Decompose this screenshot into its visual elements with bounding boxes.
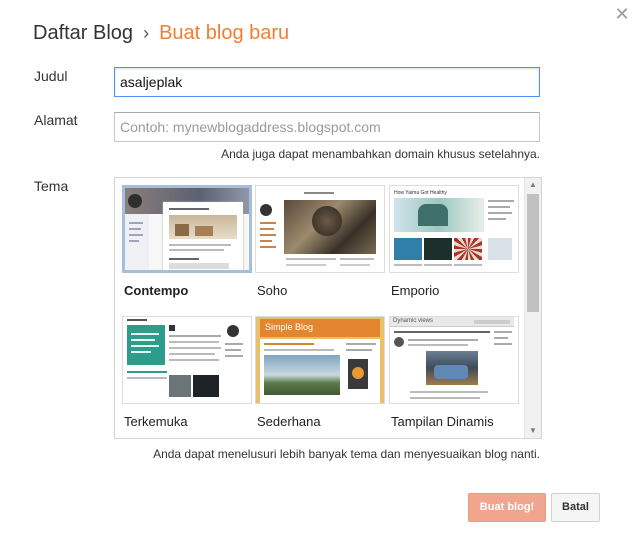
theme-name-contempo: Contempo <box>124 283 189 298</box>
soho-thumbnail <box>255 185 385 273</box>
address-hint: Anda juga dapat menambahkan domain khusu… <box>221 147 540 161</box>
dynamic-views-thumbnail: Dynamic views <box>389 316 519 404</box>
close-icon[interactable]: ✕ <box>612 4 632 24</box>
theme-gallery[interactable]: Contempo Soho How Yaima Got Healthy Empo… <box>114 177 542 439</box>
scroll-up-arrow-icon[interactable]: ▲ <box>525 178 541 192</box>
page-title: Buat blog baru <box>159 22 290 44</box>
theme-name-soho: Soho <box>257 283 288 298</box>
theme-name-terkemuka: Terkemuka <box>124 414 188 429</box>
address-input[interactable] <box>114 112 540 142</box>
theme-hint: Anda dapat menelusuri lebih banyak tema … <box>153 447 540 461</box>
title-input[interactable] <box>114 67 540 97</box>
breadcrumb-separator: › <box>143 23 150 43</box>
theme-gallery-scrollbar[interactable]: ▲ ▼ <box>524 178 541 438</box>
create-blog-button[interactable]: Buat blog! <box>468 493 546 522</box>
terkemuka-thumbnail <box>122 316 252 404</box>
cancel-button[interactable]: Batal <box>551 493 600 522</box>
theme-name-sederhana: Sederhana <box>257 414 321 429</box>
address-label: Alamat <box>34 112 78 128</box>
scroll-thumb[interactable] <box>527 194 539 312</box>
theme-label: Tema <box>34 178 69 194</box>
theme-name-tampilan-dinamis: Tampilan Dinamis <box>391 414 494 429</box>
title-label: Judul <box>34 68 68 84</box>
breadcrumb-blog-list[interactable]: Daftar Blog <box>33 22 133 44</box>
dynamic-thumb-title: Dynamic views <box>393 318 434 324</box>
emporio-thumb-title: How Yaima Got Healthy <box>394 190 447 196</box>
scroll-down-arrow-icon[interactable]: ▼ <box>525 424 541 438</box>
sederhana-thumbnail: Simple Blog <box>255 316 385 404</box>
emporio-thumbnail: How Yaima Got Healthy <box>389 185 519 273</box>
theme-name-emporio: Emporio <box>391 283 440 298</box>
contempo-thumbnail <box>122 185 252 273</box>
breadcrumb: Daftar Blog › Buat blog baru <box>33 22 289 45</box>
sederhana-thumb-title: Simple Blog <box>265 322 314 332</box>
